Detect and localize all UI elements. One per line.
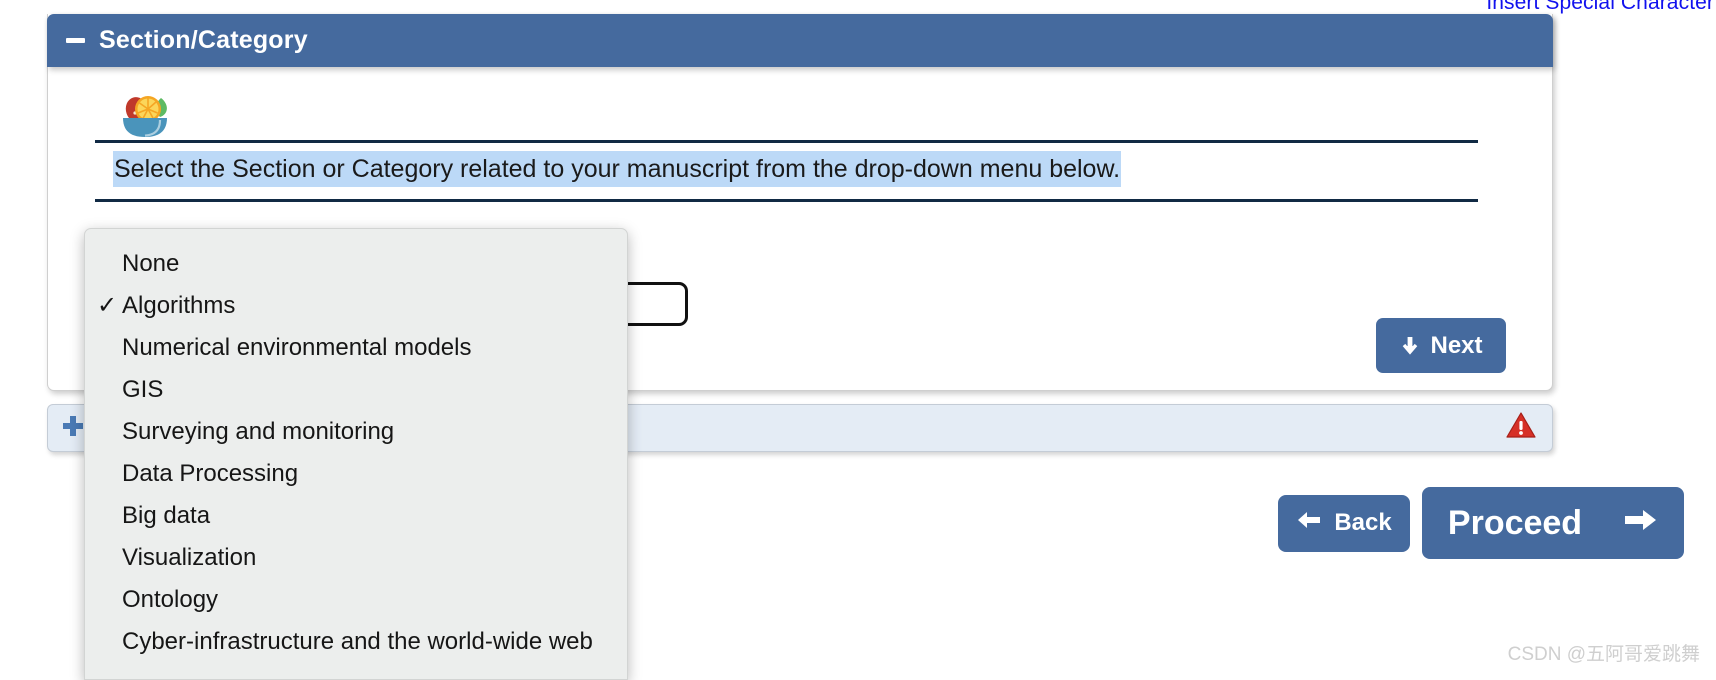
- dropdown-option[interactable]: Numerical environmental models: [85, 327, 627, 369]
- panel-header[interactable]: Section/Category: [47, 14, 1553, 67]
- dropdown-option-label: Ontology: [122, 586, 219, 613]
- dropdown-option-label: Numerical environmental models: [122, 334, 472, 361]
- insert-special-character-link[interactable]: Insert Special Character: [1486, 0, 1714, 15]
- dropdown-option-label: GIS: [122, 376, 164, 403]
- dropdown-option-label: None: [122, 250, 180, 277]
- check-icon: ✓: [97, 292, 118, 319]
- dropdown-option[interactable]: Visualization: [85, 537, 627, 579]
- dropdown-option[interactable]: Surveying and monitoring: [85, 411, 627, 453]
- plus-icon[interactable]: [60, 413, 86, 444]
- dropdown-option-label: Big data: [122, 502, 211, 529]
- divider-bottom: [95, 199, 1478, 202]
- divider-top: [95, 140, 1478, 143]
- arrow-left-icon: [1296, 509, 1322, 538]
- dropdown-option[interactable]: ✓ Algorithms: [85, 285, 627, 327]
- dropdown-option-label: Surveying and monitoring: [122, 418, 395, 445]
- csdn-watermark: CSDN @五阿哥爱跳舞: [1507, 644, 1700, 665]
- dropdown-option-label: Algorithms: [122, 292, 236, 319]
- salad-bowl-icon: [117, 90, 173, 138]
- next-button-label: Next: [1430, 331, 1483, 359]
- dropdown-option-label: Visualization: [122, 544, 257, 571]
- dropdown-option[interactable]: Cyber-infrastructure and the world-wide …: [85, 621, 627, 663]
- instruction-text: Select the Section or Category related t…: [113, 151, 1122, 187]
- dropdown-option[interactable]: Big data: [85, 495, 627, 537]
- section-category-dropdown[interactable]: None ✓ Algorithms Numerical environmental m…: [84, 228, 628, 680]
- warning-triangle-icon: [1506, 412, 1536, 444]
- page-title: Section/Category: [99, 26, 308, 54]
- dropdown-option[interactable]: Ontology: [85, 579, 627, 621]
- back-button[interactable]: Back: [1278, 494, 1410, 552]
- arrow-right-icon: [1622, 504, 1658, 543]
- arrow-down-icon: [1399, 335, 1421, 357]
- proceed-button-label: Proceed: [1447, 503, 1583, 542]
- dropdown-option[interactable]: Data Processing: [85, 453, 627, 495]
- minus-icon[interactable]: [66, 38, 85, 43]
- dropdown-option[interactable]: GIS: [85, 369, 627, 411]
- dropdown-option[interactable]: None: [85, 243, 627, 285]
- dropdown-option-label: Data Processing: [122, 460, 299, 487]
- next-button[interactable]: Next: [1376, 318, 1506, 373]
- footer-actions: Back Proceed: [1278, 487, 1684, 559]
- dropdown-option-label: Cyber-infrastructure and the world-wide …: [122, 628, 593, 655]
- back-button-label: Back: [1334, 509, 1392, 536]
- proceed-button[interactable]: Proceed: [1422, 487, 1684, 559]
